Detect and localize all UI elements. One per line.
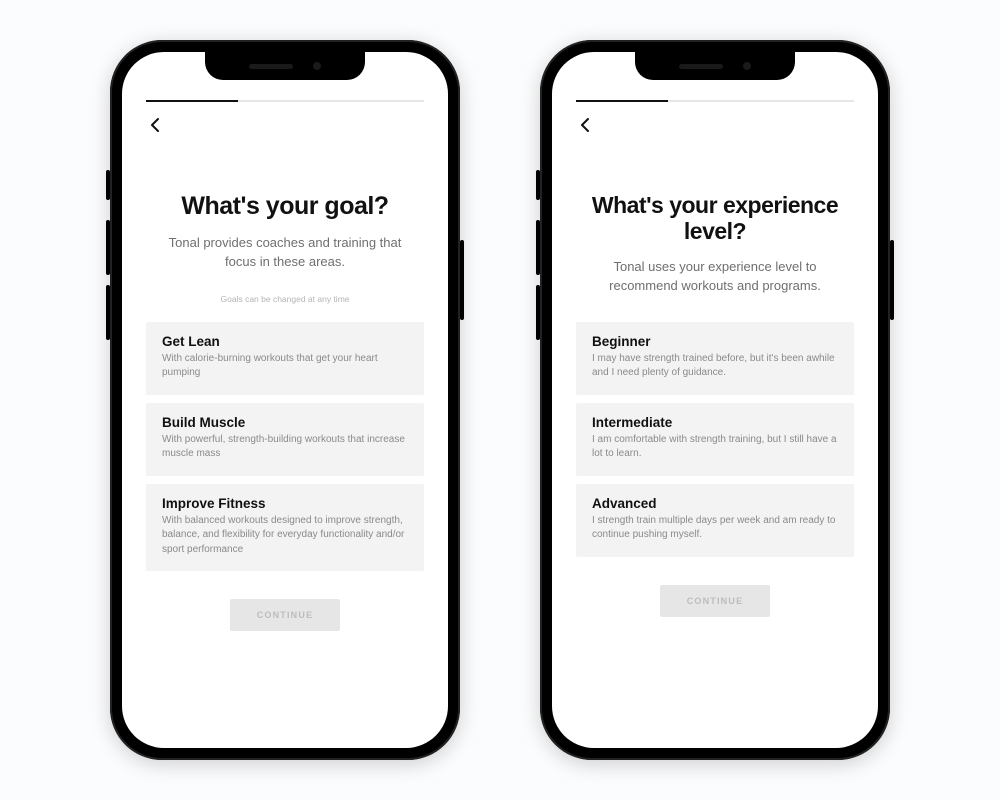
- page-subtitle: Tonal provides coaches and training that…: [162, 233, 408, 272]
- continue-button[interactable]: CONTINUE: [660, 585, 770, 617]
- volume-down-button: [106, 285, 110, 340]
- option-desc: With calorie-burning workouts that get y…: [162, 352, 408, 381]
- option-intermediate[interactable]: Intermediate I am comfortable with stren…: [576, 403, 854, 476]
- progress-bar: [146, 100, 424, 102]
- option-list: Beginner I may have strength trained bef…: [576, 322, 854, 557]
- volume-down-button: [536, 285, 540, 340]
- option-title: Build Muscle: [162, 415, 408, 430]
- phone-mockup-right: What's your experience level? Tonal uses…: [540, 40, 890, 760]
- option-advanced[interactable]: Advanced I strength train multiple days …: [576, 484, 854, 557]
- progress-bar: [576, 100, 854, 102]
- option-title: Get Lean: [162, 334, 408, 349]
- chevron-left-icon: [579, 117, 591, 133]
- screen-experience: What's your experience level? Tonal uses…: [552, 52, 878, 748]
- option-title: Improve Fitness: [162, 496, 408, 511]
- notch: [635, 52, 795, 80]
- option-desc: I strength train multiple days per week …: [592, 514, 838, 543]
- option-list: Get Lean With calorie-burning workouts t…: [146, 322, 424, 572]
- option-desc: With powerful, strength-building workout…: [162, 433, 408, 462]
- page-title: What's your goal?: [150, 192, 420, 221]
- back-button[interactable]: [144, 114, 166, 136]
- page-subtitle: Tonal uses your experience level to reco…: [592, 257, 838, 296]
- page-title: What's your experience level?: [580, 192, 850, 245]
- option-build-muscle[interactable]: Build Muscle With powerful, strength-bui…: [146, 403, 424, 476]
- option-desc: With balanced workouts designed to impro…: [162, 514, 408, 558]
- phone-mockup-left: What's your goal? Tonal provides coaches…: [110, 40, 460, 760]
- continue-button[interactable]: CONTINUE: [230, 599, 340, 631]
- notch: [205, 52, 365, 80]
- mute-switch: [536, 170, 540, 200]
- option-get-lean[interactable]: Get Lean With calorie-burning workouts t…: [146, 322, 424, 395]
- option-title: Beginner: [592, 334, 838, 349]
- screen-goal: What's your goal? Tonal provides coaches…: [122, 52, 448, 748]
- power-button: [890, 240, 894, 320]
- hint-text: Goals can be changed at any time: [122, 294, 448, 304]
- back-button[interactable]: [574, 114, 596, 136]
- option-desc: I may have strength trained before, but …: [592, 352, 838, 381]
- option-improve-fitness[interactable]: Improve Fitness With balanced workouts d…: [146, 484, 424, 572]
- volume-up-button: [536, 220, 540, 275]
- option-title: Intermediate: [592, 415, 838, 430]
- option-title: Advanced: [592, 496, 838, 511]
- volume-up-button: [106, 220, 110, 275]
- power-button: [460, 240, 464, 320]
- chevron-left-icon: [149, 117, 161, 133]
- option-beginner[interactable]: Beginner I may have strength trained bef…: [576, 322, 854, 395]
- option-desc: I am comfortable with strength training,…: [592, 433, 838, 462]
- mute-switch: [106, 170, 110, 200]
